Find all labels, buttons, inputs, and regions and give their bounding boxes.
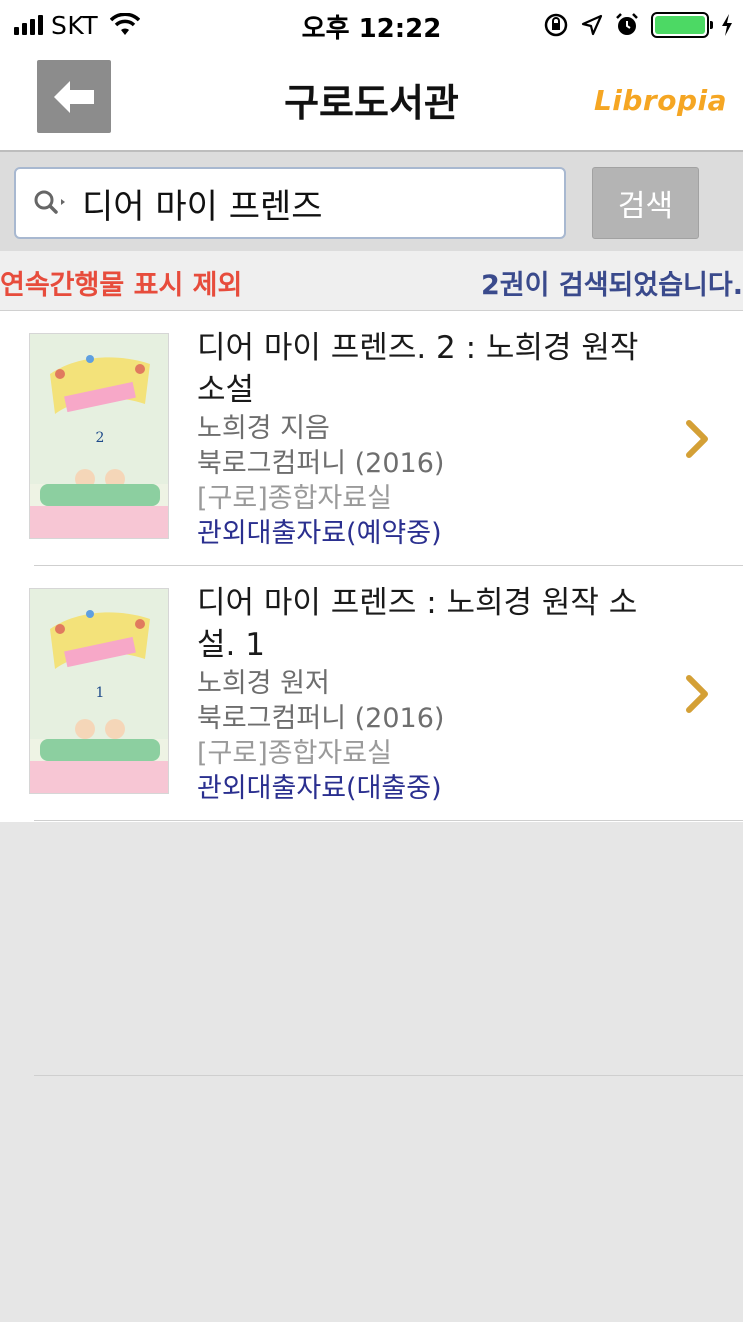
search-query: 디어 마이 프렌즈 xyxy=(82,186,323,227)
battery-icon xyxy=(651,12,713,38)
rotation-lock-icon xyxy=(544,13,568,37)
alarm-icon xyxy=(616,13,638,35)
search-icon xyxy=(34,190,65,214)
result-list: 2 디어 마이 프렌즈. 2 : 노희경 원작 소설 노희경 지음 북로그컴퍼니… xyxy=(0,311,743,822)
book-publisher: 북로그컴퍼니 (2016) xyxy=(197,703,445,734)
svg-text:1: 1 xyxy=(96,685,105,701)
book-author: 노희경 원저 xyxy=(197,668,330,699)
list-item[interactable]: 1 디어 마이 프렌즈 : 노희경 원작 소설. 1 노희경 원저 북로그컴퍼니… xyxy=(0,566,743,821)
divider xyxy=(34,1075,743,1076)
book-cover: 2 xyxy=(29,333,169,539)
app-header: 구로도서관 Libropia xyxy=(0,50,743,150)
location-arrow-icon xyxy=(581,14,603,36)
status-bar: SKT 오후 12:22 xyxy=(0,0,743,50)
book-status: 관외대출자료(예약중) xyxy=(197,518,442,549)
chevron-right-icon[interactable] xyxy=(683,674,713,714)
search-bar: 디어 마이 프렌즈 검색 xyxy=(0,150,743,251)
exclude-serials-toggle[interactable]: 연속간행물 표시 제외 xyxy=(0,263,242,302)
book-location: [구로]종합자료실 xyxy=(197,483,392,514)
book-location: [구로]종합자료실 xyxy=(197,738,392,769)
book-title: 디어 마이 프렌즈 : 노희경 원작 소설. 1 xyxy=(197,585,638,663)
search-input[interactable]: 디어 마이 프렌즈 xyxy=(14,167,566,239)
result-info-row: 연속간행물 표시 제외 2권이 검색되었습니다. xyxy=(0,251,743,311)
result-count: 2권이 검색되었습니다. xyxy=(480,270,743,301)
book-title: 디어 마이 프렌즈. 2 : 노희경 원작 소설 xyxy=(197,330,639,408)
svg-text:2: 2 xyxy=(96,430,105,446)
charging-icon xyxy=(722,14,732,36)
chevron-right-icon[interactable] xyxy=(683,419,713,459)
book-status: 관외대출자료(대출중) xyxy=(197,773,442,804)
book-cover: 1 xyxy=(29,588,169,794)
list-item[interactable]: 2 디어 마이 프렌즈. 2 : 노희경 원작 소설 노희경 지음 북로그컴퍼니… xyxy=(0,311,743,566)
book-publisher: 북로그컴퍼니 (2016) xyxy=(197,448,445,479)
search-button[interactable]: 검색 xyxy=(592,167,699,239)
book-author: 노희경 지음 xyxy=(197,413,330,444)
libropia-logo: Libropia xyxy=(593,84,727,117)
divider xyxy=(34,820,743,821)
